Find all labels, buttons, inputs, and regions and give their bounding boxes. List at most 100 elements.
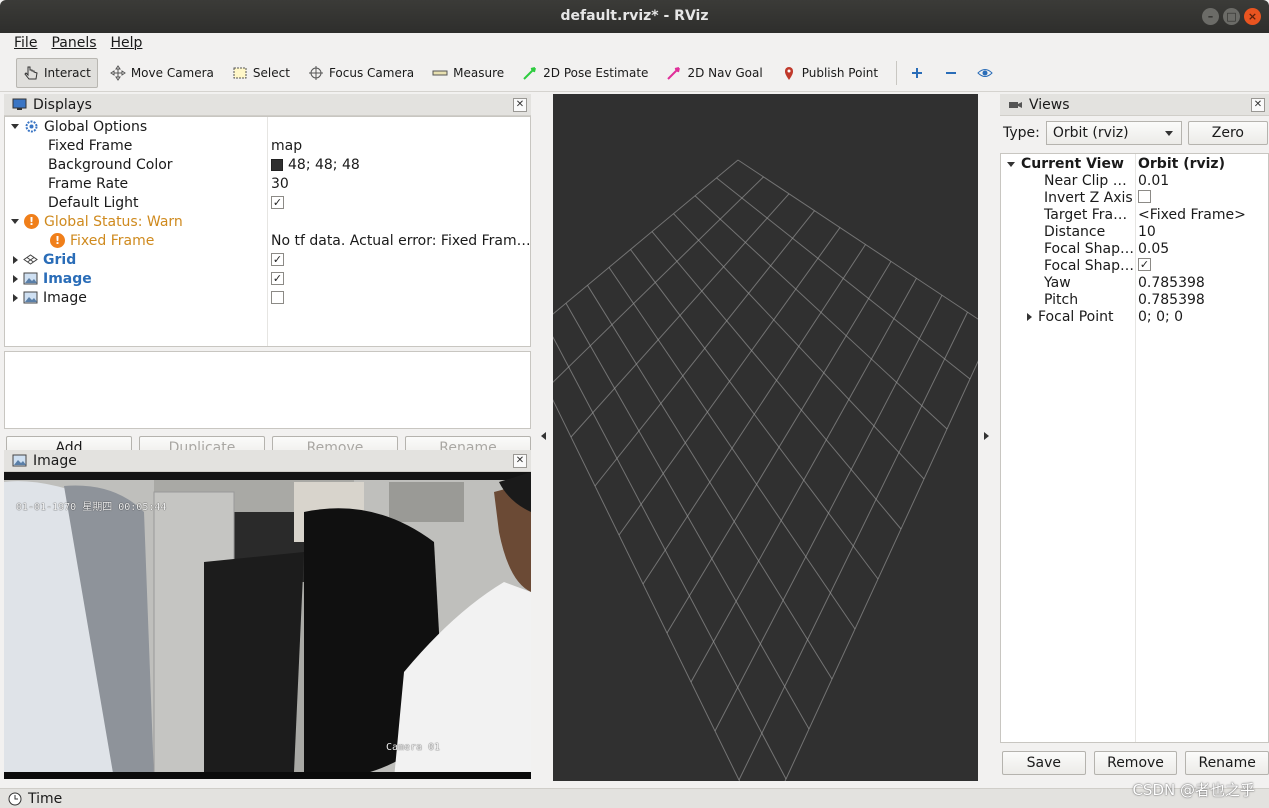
tree-row-frame-rate[interactable]: Frame Rate 30 (5, 174, 530, 193)
view-type-select[interactable]: Orbit (rviz) (1045, 121, 1182, 145)
tree-row-default-light[interactable]: Default Light ✓ (5, 193, 530, 212)
pitch-value[interactable]: 0.785398 (1138, 292, 1205, 308)
image-2-enabled-checkbox[interactable] (271, 291, 284, 304)
camera-frame-image (4, 472, 531, 779)
expand-arrow-icon[interactable] (11, 124, 19, 129)
view-row-distance[interactable]: Distance 10 (1001, 224, 1268, 241)
grid-line (553, 159, 739, 315)
view-row-current-view[interactable]: Current View Orbit (rviz) (1001, 156, 1268, 173)
view-type-value: Orbit (rviz) (1052, 125, 1129, 141)
collapse-left-icon[interactable] (541, 432, 546, 440)
target-frame-value[interactable]: <Fixed Frame> (1138, 207, 1246, 223)
window-title: default.rviz* - RViz (560, 8, 709, 24)
watermark: CSDN @者也之乎 (1132, 781, 1255, 799)
view-row-focal-shape-size[interactable]: Focal Shap… 0.05 (1001, 241, 1268, 258)
save-view-button[interactable]: Save (1002, 751, 1086, 775)
near-clip-value[interactable]: 0.01 (1138, 173, 1169, 189)
focal-shape-size-value[interactable]: 0.05 (1138, 241, 1169, 257)
tool-measure[interactable]: Measure (426, 58, 510, 88)
panel-visibility-button[interactable] (971, 58, 999, 88)
tree-row-global-options[interactable]: Global Options (5, 117, 530, 136)
tool-2d-pose-estimate[interactable]: 2D Pose Estimate (516, 58, 654, 88)
frame-rate-value[interactable]: 30 (271, 176, 289, 192)
remove-tool-button[interactable] (937, 58, 965, 88)
tool-focus-camera[interactable]: Focus Camera (302, 58, 420, 88)
add-tool-button[interactable] (903, 58, 931, 88)
image-panel: Image ✕ 01-01-1970 星期四 00:05:44 Camera 0… (4, 450, 531, 780)
tool-select[interactable]: Select (226, 58, 296, 88)
focal-point-value[interactable]: 0; 0; 0 (1138, 309, 1183, 325)
hand-pointer-icon (24, 66, 38, 79)
select-rect-icon (233, 67, 247, 78)
image-enabled-checkbox[interactable]: ✓ (271, 272, 284, 285)
menubar: File Panels Help (0, 33, 1269, 53)
display-description-box (4, 351, 531, 429)
invert-z-label: Invert Z Axis (1044, 190, 1133, 206)
color-swatch[interactable] (271, 158, 283, 171)
status-fixed-frame-value: No tf data. Actual error: Fixed Fram… (271, 232, 531, 249)
grid-line (587, 285, 833, 680)
view-row-yaw[interactable]: Yaw 0.785398 (1001, 275, 1268, 292)
yaw-value[interactable]: 0.785398 (1138, 275, 1205, 291)
tool-2d-nav-goal-label: 2D Nav Goal (687, 65, 763, 80)
tree-row-status-fixed-frame[interactable]: ! Fixed Frame No tf data. Actual error: … (5, 231, 530, 250)
rename-view-button[interactable]: Rename (1185, 751, 1269, 775)
tool-publish-point[interactable]: Publish Point (775, 58, 884, 88)
eye-icon (977, 68, 993, 77)
tree-row-fixed-frame[interactable]: Fixed Frame map (5, 136, 530, 155)
close-icon[interactable]: ✕ (513, 98, 527, 112)
views-panel: Views ✕ Type: Orbit (rviz) Zero Current … (1000, 94, 1269, 782)
close-icon[interactable]: × (1244, 8, 1261, 25)
displays-tree: Global Options Fixed Frame map Backgroun… (4, 116, 531, 347)
invert-z-checkbox[interactable] (1138, 190, 1151, 203)
grid-display (553, 159, 978, 781)
expand-arrow-icon[interactable] (13, 293, 18, 302)
expand-arrow-icon[interactable] (13, 255, 18, 264)
maximize-icon[interactable]: □ (1223, 8, 1240, 25)
tool-2d-nav-goal[interactable]: 2D Nav Goal (660, 58, 768, 88)
menu-file[interactable]: File (14, 35, 37, 51)
tree-row-image-2[interactable]: Image (5, 288, 530, 307)
warning-icon: ! (24, 214, 39, 229)
grid-line (784, 360, 978, 781)
fixed-frame-label: Fixed Frame (48, 137, 133, 154)
view-row-near-clip[interactable]: Near Clip … 0.01 (1001, 173, 1268, 190)
tool-interact[interactable]: Interact (16, 57, 98, 88)
global-status-label: Global Status: Warn (44, 213, 183, 230)
view-row-focal-shape-fixed[interactable]: Focal Shap… ✓ (1001, 258, 1268, 275)
default-light-checkbox[interactable]: ✓ (271, 196, 284, 209)
tree-row-image-1[interactable]: Image ✓ (5, 269, 530, 288)
grid-enabled-checkbox[interactable]: ✓ (271, 253, 284, 266)
tree-row-global-status[interactable]: ! Global Status: Warn (5, 212, 530, 231)
background-color-value[interactable]: 48; 48; 48 (288, 157, 360, 173)
minimize-icon[interactable]: – (1202, 8, 1219, 25)
fixed-frame-value[interactable]: map (271, 138, 302, 154)
time-panel-title: Time (28, 790, 63, 807)
expand-arrow-icon[interactable] (1027, 313, 1032, 321)
menu-panels[interactable]: Panels (51, 35, 96, 51)
camera-label-overlay: Camera 01 (386, 742, 441, 753)
time-panel: Time (0, 788, 1269, 808)
tree-row-grid[interactable]: Grid ✓ (5, 250, 530, 269)
zero-button[interactable]: Zero (1187, 121, 1268, 145)
tool-focus-camera-label: Focus Camera (328, 65, 415, 80)
tool-move-camera[interactable]: Move Camera (104, 58, 220, 88)
view-row-focal-point[interactable]: Focal Point 0; 0; 0 (1001, 309, 1268, 326)
plus-icon (912, 67, 923, 78)
focal-point-label: Focal Point (1038, 309, 1114, 325)
tree-row-background-color[interactable]: Background Color 48; 48; 48 (5, 155, 530, 174)
close-icon[interactable]: ✕ (513, 454, 527, 468)
close-icon[interactable]: ✕ (1251, 98, 1265, 112)
collapse-right-icon[interactable] (984, 432, 989, 440)
view-row-target-frame[interactable]: Target Fra… <Fixed Frame> (1001, 207, 1268, 224)
distance-value[interactable]: 10 (1138, 224, 1156, 240)
view-row-invert-z[interactable]: Invert Z Axis (1001, 190, 1268, 207)
expand-arrow-icon[interactable] (1007, 161, 1015, 167)
remove-view-button[interactable]: Remove (1093, 751, 1178, 775)
view-row-pitch[interactable]: Pitch 0.785398 (1001, 292, 1268, 309)
expand-arrow-icon[interactable] (11, 219, 19, 224)
menu-help[interactable]: Help (111, 35, 143, 51)
3d-render-view[interactable] (553, 94, 978, 781)
expand-arrow-icon[interactable] (13, 274, 18, 283)
focal-shape-fixed-checkbox[interactable]: ✓ (1138, 258, 1151, 271)
